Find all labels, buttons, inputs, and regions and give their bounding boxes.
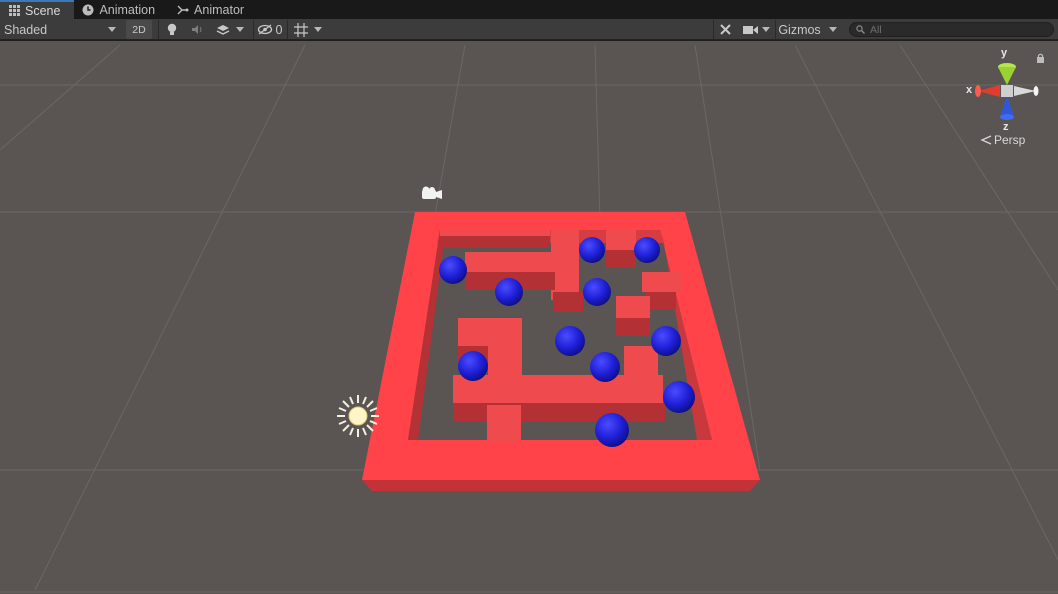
- projection-label: Persp: [994, 133, 1026, 147]
- audio-toggle[interactable]: [185, 20, 209, 39]
- node-icon: [177, 4, 189, 16]
- toggle-2d-label: 2D: [132, 23, 146, 36]
- draw-mode-dropdown[interactable]: Shaded: [4, 20, 120, 39]
- grid-snap-icon: [293, 22, 308, 37]
- tab-animator[interactable]: Animator: [169, 0, 258, 19]
- hidden-objects-toggle[interactable]: 0: [253, 20, 285, 39]
- axis-z-cone[interactable]: [1000, 95, 1014, 120]
- axis-x-label: x: [966, 84, 973, 96]
- ball: [439, 256, 467, 284]
- tab-animation-label: Animation: [99, 2, 156, 17]
- tab-bar: Scene Animation Animator: [0, 0, 1058, 19]
- draw-mode-label: Shaded: [4, 22, 48, 37]
- grid-dropdown[interactable]: [287, 20, 327, 39]
- ball: [634, 237, 660, 263]
- search-placeholder: All: [870, 23, 882, 36]
- tools-button[interactable]: [713, 20, 737, 39]
- gizmos-dropdown[interactable]: [823, 20, 843, 39]
- tab-animator-label: Animator: [194, 2, 245, 17]
- lock-icon[interactable]: [1036, 53, 1045, 63]
- gizmos-label: Gizmos: [778, 22, 821, 37]
- tab-scene[interactable]: Scene: [0, 0, 75, 19]
- search-icon: [856, 25, 865, 34]
- wrench-icon: [720, 24, 731, 35]
- ball: [595, 413, 629, 447]
- clock-icon: [82, 4, 94, 16]
- scene-toolbar: Shaded 2D 0 Gizmos All: [0, 19, 1058, 40]
- grid-icon: [8, 5, 20, 17]
- search-input[interactable]: All: [849, 22, 1054, 37]
- hidden-count: 0: [275, 22, 283, 37]
- tab-scene-label: Scene: [25, 3, 61, 18]
- eye-hidden-icon: [257, 24, 272, 35]
- chevron-down-icon: [108, 27, 116, 32]
- ball: [555, 326, 585, 356]
- projection-toggle[interactable]: Persp: [980, 133, 1025, 147]
- axis-y-cone[interactable]: [998, 63, 1016, 85]
- lightbulb-icon: [167, 23, 176, 35]
- perspective-icon: [980, 135, 992, 145]
- ball: [579, 237, 605, 263]
- video-camera-icon: [742, 25, 758, 34]
- effects-dropdown[interactable]: [211, 20, 249, 39]
- toggle-2d-button[interactable]: 2D: [126, 20, 152, 39]
- gizmos-button[interactable]: Gizmos: [775, 20, 823, 39]
- axis-y-label: y: [1001, 47, 1008, 59]
- chevron-down-icon: [761, 27, 770, 32]
- axis-z-label: z: [1003, 121, 1009, 133]
- chevron-down-icon: [829, 27, 837, 32]
- sun-light-icon[interactable]: [337, 395, 379, 437]
- tab-animation[interactable]: Animation: [74, 0, 169, 19]
- camera-icon[interactable]: [422, 186, 442, 200]
- ball: [495, 278, 523, 306]
- gizmo-center-cube[interactable]: [1001, 85, 1013, 97]
- camera-dropdown[interactable]: [739, 20, 773, 39]
- speaker-icon: [191, 25, 201, 34]
- scene-viewport[interactable]: y x z Persp: [0, 41, 1058, 594]
- chevron-down-icon: [236, 27, 244, 32]
- layers-icon: [216, 24, 230, 35]
- axis-x-cone[interactable]: [975, 85, 1000, 97]
- chevron-down-icon: [313, 27, 322, 32]
- ball: [458, 351, 488, 381]
- ball: [583, 278, 611, 306]
- lighting-toggle[interactable]: [158, 20, 184, 39]
- ball: [590, 352, 620, 382]
- ball: [663, 381, 695, 413]
- ball: [651, 326, 681, 356]
- axis-neg-x-cone[interactable]: [1014, 86, 1039, 96]
- scene-canvas[interactable]: [0, 41, 1058, 594]
